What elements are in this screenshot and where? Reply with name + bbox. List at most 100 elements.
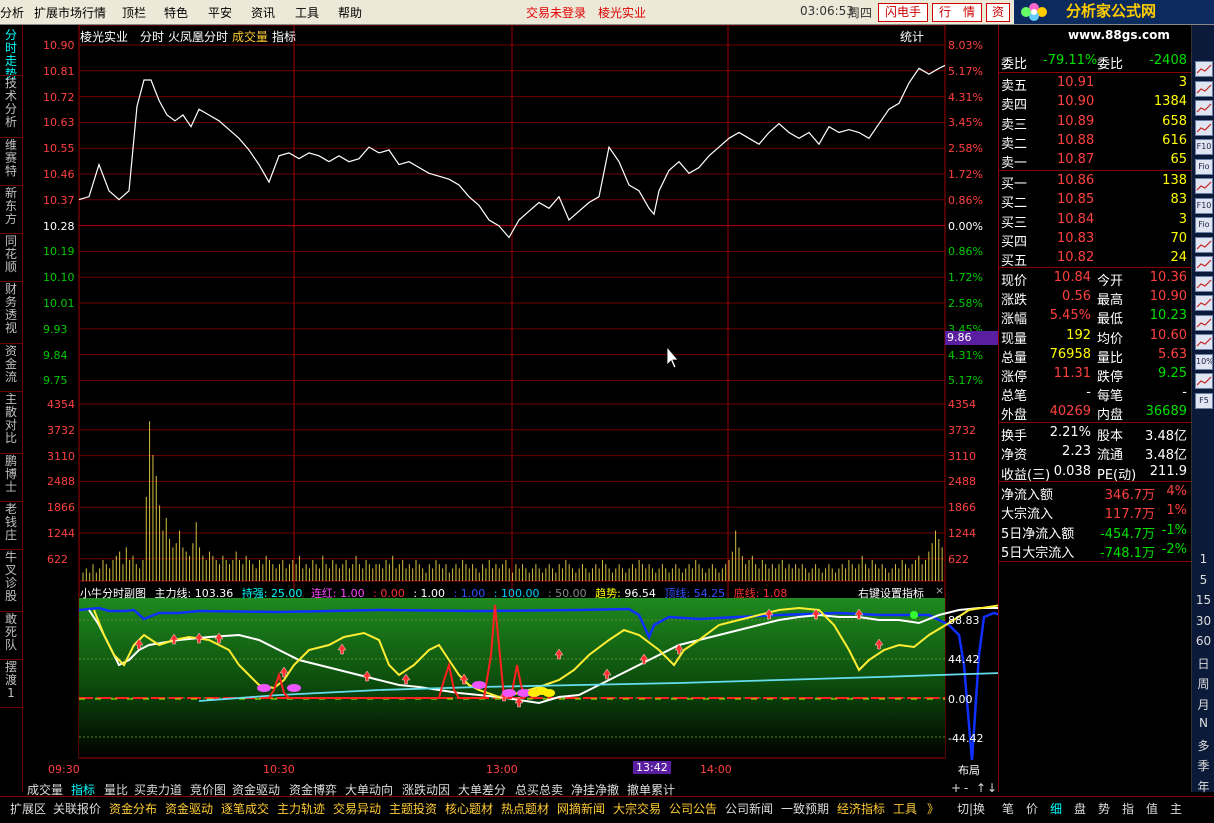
- tool-chart-k-icon[interactable]: [1195, 334, 1213, 350]
- close-icon[interactable]: ×: [935, 584, 944, 597]
- menu-item-special[interactable]: 特色: [164, 4, 188, 21]
- period-4[interactable]: 60: [1192, 634, 1214, 648]
- tool-chart-e-icon[interactable]: [1195, 178, 1213, 194]
- left-tab-7[interactable]: 主散对比: [2, 393, 20, 445]
- tool-chart-a-icon[interactable]: [1195, 61, 1213, 77]
- chart-tab-phoenix[interactable]: 火凤凰分时: [168, 28, 228, 45]
- detail-tab-7[interactable]: 主: [1170, 800, 1182, 817]
- left-tab-5[interactable]: 财务透视: [2, 283, 20, 335]
- tool-chart-j-icon[interactable]: [1195, 314, 1213, 331]
- trade-login-status[interactable]: 交易未登录: [526, 4, 586, 21]
- tool-10%-icon[interactable]: 10%: [1195, 353, 1213, 370]
- left-tab-6[interactable]: 资金流: [2, 345, 20, 384]
- period-1[interactable]: 5: [1192, 573, 1214, 587]
- ext-tab-5[interactable]: 主力轨迹: [277, 800, 325, 817]
- tool-chart-h-icon[interactable]: [1195, 275, 1213, 292]
- detail-tab-5[interactable]: 指: [1122, 800, 1134, 817]
- zoom-in-icon[interactable]: +: [951, 781, 961, 795]
- detail-tab-4[interactable]: 势: [1098, 800, 1110, 817]
- layout-button[interactable]: 布局: [958, 762, 980, 778]
- ext-tab-10[interactable]: 网摘新闻: [557, 800, 605, 817]
- ext-tab-12[interactable]: 公司公告: [669, 800, 717, 817]
- stat-value-2: 10.36: [1149, 270, 1187, 285]
- detail-tab-6[interactable]: 值: [1146, 800, 1158, 817]
- left-tab-2[interactable]: 维赛特: [2, 139, 20, 178]
- left-tab-4[interactable]: 同花顺: [2, 235, 20, 274]
- left-tab-9[interactable]: 老钱庄: [2, 503, 20, 542]
- tool-F5-icon[interactable]: F5: [1195, 392, 1213, 409]
- tool-chart-d-icon[interactable]: [1195, 119, 1213, 136]
- period-0[interactable]: 1: [1192, 552, 1214, 566]
- market-button[interactable]: 行 情: [932, 3, 982, 22]
- arrow-up-icon[interactable]: ↑: [976, 781, 986, 795]
- ext-tab-13[interactable]: 公司新闻: [725, 800, 773, 817]
- menu-item-news[interactable]: 资讯: [251, 4, 275, 21]
- switch-button[interactable]: 切|换: [957, 800, 985, 817]
- ext-tab-11[interactable]: 大宗交易: [613, 800, 661, 817]
- tool-chart-f-icon[interactable]: [1195, 236, 1213, 253]
- tool-chart-c-icon[interactable]: [1195, 100, 1213, 116]
- left-tab-0[interactable]: 分时走势: [2, 29, 20, 81]
- ext-tab-2[interactable]: 资金分布: [109, 800, 157, 817]
- info-button[interactable]: 资: [986, 3, 1010, 22]
- flow-pct: -1%: [1161, 522, 1187, 538]
- arrow-down-icon[interactable]: ↓: [987, 781, 997, 795]
- ext-tab-16[interactable]: 工具: [893, 800, 917, 817]
- detail-tab-3[interactable]: 盘: [1074, 800, 1086, 817]
- detail-tab-0[interactable]: 笔: [1002, 800, 1014, 817]
- left-tab-1[interactable]: 技术分析: [2, 77, 20, 129]
- left-tab-8[interactable]: 鹏博士: [2, 455, 20, 494]
- chart-tab-minute[interactable]: 分时: [140, 28, 164, 45]
- menu-item-analysis[interactable]: 分析: [0, 4, 24, 21]
- left-tab-10[interactable]: 牛叉诊股: [2, 551, 20, 603]
- ext-tab-4[interactable]: 逐笔成交: [221, 800, 269, 817]
- period-9[interactable]: 多: [1192, 737, 1214, 754]
- tool-chart-i-icon[interactable]: [1195, 295, 1213, 311]
- tool-chart-g-icon[interactable]: [1195, 256, 1213, 272]
- ext-tab-0[interactable]: 扩展区: [10, 800, 46, 817]
- left-tab-3[interactable]: 新东方: [2, 187, 20, 226]
- detail-tab-1[interactable]: 价: [1026, 800, 1038, 817]
- tool-Fio-icon[interactable]: Fio: [1195, 158, 1213, 175]
- more-tabs-button[interactable]: 》: [927, 800, 939, 817]
- menu-item-pingan[interactable]: 平安: [208, 4, 232, 21]
- period-7[interactable]: 月: [1192, 696, 1214, 713]
- period-2[interactable]: 15: [1192, 593, 1214, 607]
- flash-trade-button[interactable]: 闪电手: [878, 3, 928, 22]
- ext-tab-3[interactable]: 资金驱动: [165, 800, 213, 817]
- zoom-out-icon[interactable]: -: [964, 781, 968, 795]
- stats-button[interactable]: 统计: [900, 28, 924, 45]
- period-10[interactable]: 季: [1192, 757, 1214, 774]
- tool-Fio-icon[interactable]: Fio: [1195, 217, 1213, 233]
- chart-tab-volume[interactable]: 成交量: [232, 28, 268, 45]
- chart-tab-indicator[interactable]: 指标: [272, 28, 296, 45]
- ext-tab-9[interactable]: 热点题材: [501, 800, 549, 817]
- indicator-settings-hint[interactable]: 右键设置指标: [858, 585, 924, 601]
- period-6[interactable]: 周: [1192, 675, 1214, 692]
- ext-tab-14[interactable]: 一致预期: [781, 800, 829, 817]
- bid-volume: 24: [1170, 250, 1187, 266]
- bottom-line-label: 底线:: [733, 587, 760, 600]
- ext-tab-1[interactable]: 关联报价: [53, 800, 101, 817]
- left-tab-12[interactable]: 摆渡1: [2, 661, 20, 700]
- tool-F10-icon[interactable]: F10: [1195, 139, 1213, 155]
- tool-F10-icon[interactable]: F10: [1195, 197, 1213, 214]
- menu-item-ext-market[interactable]: 扩展市场行情: [34, 4, 106, 21]
- detail-tab-2[interactable]: 细: [1050, 800, 1062, 817]
- menu-item-topbar[interactable]: 顶栏: [122, 4, 146, 21]
- menu-item-tools[interactable]: 工具: [295, 4, 319, 21]
- period-8[interactable]: N: [1192, 716, 1214, 730]
- ext-tab-6[interactable]: 交易异动: [333, 800, 381, 817]
- left-tab-11[interactable]: 敢死队: [2, 613, 20, 652]
- period-3[interactable]: 30: [1192, 614, 1214, 628]
- menu-item-help[interactable]: 帮助: [338, 4, 362, 21]
- period-5[interactable]: 日: [1192, 655, 1214, 672]
- ext-tab-7[interactable]: 主题投资: [389, 800, 437, 817]
- period-11[interactable]: 年: [1192, 778, 1214, 795]
- tool-chart-b-icon[interactable]: [1195, 80, 1213, 97]
- intraday-chart-svg[interactable]: [23, 25, 998, 779]
- ext-tab-8[interactable]: 核心题材: [445, 800, 493, 817]
- tool-chart-l-icon[interactable]: [1195, 373, 1213, 389]
- sub-title[interactable]: 小牛分时副图: [80, 587, 146, 600]
- ext-tab-15[interactable]: 经济指标: [837, 800, 885, 817]
